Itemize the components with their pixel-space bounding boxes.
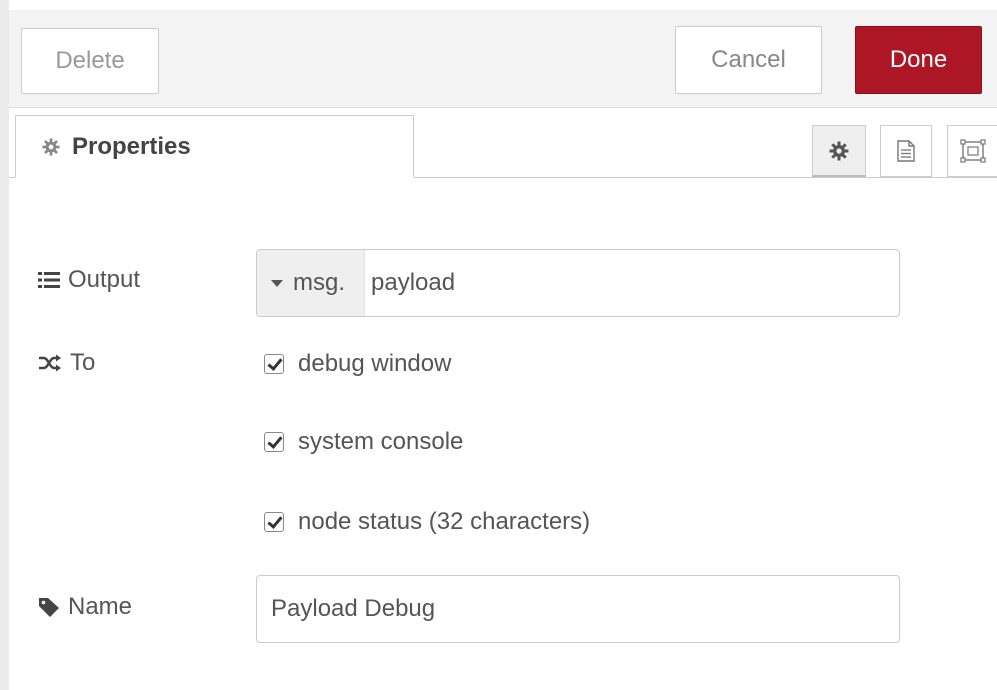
node-status-checkbox[interactable] — [264, 512, 284, 532]
cancel-button[interactable]: Cancel — [675, 26, 822, 94]
output-value[interactable]: payload — [365, 269, 899, 297]
tab-properties-label: Properties — [72, 132, 191, 160]
system-console-option[interactable]: system console — [264, 428, 463, 456]
name-label-row: Name — [38, 593, 132, 621]
tab-bar: Properties — [9, 108, 997, 178]
debug-window-option[interactable]: debug window — [264, 350, 451, 378]
gear-icon — [829, 141, 849, 160]
caret-down-icon — [271, 279, 283, 287]
debug-window-checkbox[interactable] — [264, 354, 284, 374]
settings-tab-button[interactable] — [812, 125, 866, 177]
output-type-label: msg. — [293, 269, 346, 296]
left-edge — [0, 0, 9, 690]
editor-toolbar: Delete Cancel Done — [9, 10, 997, 108]
name-label: Name — [68, 593, 133, 620]
description-tab-button[interactable] — [880, 125, 932, 177]
done-button[interactable]: Done — [855, 26, 982, 94]
name-input[interactable] — [256, 575, 900, 643]
shuffle-icon — [39, 354, 61, 372]
appearance-icon — [959, 139, 986, 163]
document-icon — [897, 140, 915, 162]
node-status-label: node status (32 characters) — [298, 508, 591, 535]
system-console-label: system console — [298, 428, 464, 455]
tag-icon — [39, 598, 59, 617]
output-label: Output — [68, 266, 141, 293]
output-label-row: Output — [38, 266, 140, 294]
list-icon — [38, 272, 60, 288]
debug-window-label: debug window — [298, 350, 452, 377]
to-label: To — [70, 349, 96, 376]
output-type-select[interactable]: msg. — [257, 250, 365, 316]
system-console-checkbox[interactable] — [264, 432, 284, 452]
tab-properties[interactable]: Properties — [15, 115, 414, 178]
output-typed-input[interactable]: msg. payload — [256, 249, 900, 317]
to-label-row: To — [38, 349, 95, 377]
node-status-option[interactable]: node status (32 characters) — [264, 508, 590, 536]
gear-icon — [42, 137, 60, 156]
delete-button[interactable]: Delete — [21, 28, 159, 94]
appearance-tab-button[interactable] — [947, 125, 997, 177]
